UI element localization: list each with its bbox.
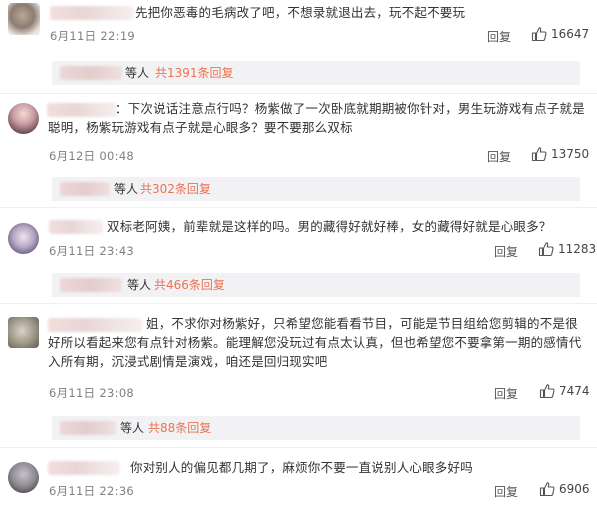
reply-button[interactable]: 回复 <box>494 243 518 260</box>
comment-text: ：下次说话注意点行吗？杨紫做了一次卧底就期期被你针对，男生玩游戏有点子就是聪明，… <box>48 101 585 135</box>
thumbs-up-icon <box>539 482 555 497</box>
more-replies-count[interactable]: 共88条回复 <box>148 416 211 440</box>
more-replies-count[interactable]: 共1391条回复 <box>155 61 234 85</box>
thumbs-up-icon <box>539 384 555 399</box>
avatar[interactable] <box>8 462 39 493</box>
reply-button[interactable]: 回复 <box>487 28 511 45</box>
avatar[interactable] <box>8 223 39 254</box>
more-replies-prefix: 等人 <box>125 66 150 80</box>
comment-date: 6月11日 22:19 <box>50 29 136 43</box>
reply-button[interactable]: 回复 <box>487 148 511 165</box>
like-button[interactable]: 11283 <box>538 241 596 257</box>
divider <box>0 207 597 208</box>
more-replies-bar[interactable]: 等人 共302条回复 <box>52 177 580 201</box>
username[interactable] <box>48 461 120 475</box>
like-count: 6906 <box>559 482 590 496</box>
like-button[interactable]: 6906 <box>539 481 590 497</box>
like-count: 11283 <box>558 242 597 256</box>
username[interactable] <box>50 6 134 20</box>
like-count: 16647 <box>551 27 590 41</box>
thumbs-up-icon <box>531 27 547 42</box>
like-count: 7474 <box>559 384 590 398</box>
more-replies-bar[interactable]: 等人 共466条回复 <box>52 273 580 297</box>
comment-date: 6月11日 23:43 <box>49 244 135 258</box>
divider <box>0 93 597 94</box>
comment-date: 6月12日 00:48 <box>49 149 135 163</box>
comment-date: 6月11日 22:36 <box>49 484 135 498</box>
comment-date: 6月11日 23:08 <box>49 386 135 400</box>
divider <box>0 303 597 304</box>
avatar[interactable] <box>8 3 40 35</box>
thumbs-up-icon <box>538 242 554 257</box>
comment-text: 姐，不求你对杨紫好，只希望您能看看节目，可能是节目组给您剪辑的不是很好所以看起来… <box>48 316 582 369</box>
more-replies-bar[interactable]: 等人 共1391条回复 <box>52 61 580 85</box>
more-replies-count[interactable]: 共302条回复 <box>140 177 211 201</box>
username[interactable] <box>49 220 103 234</box>
avatar[interactable] <box>8 317 39 348</box>
comment-text: 你对别人的偏见都几期了，麻烦你不要一直说别人心眼多好吗 <box>130 460 473 475</box>
comment-text: 先把你恶毒的毛病改了吧，不想录就退出去，玩不起不要玩 <box>135 5 466 20</box>
more-replies-prefix: 等人 <box>127 278 152 292</box>
divider <box>0 447 597 448</box>
replier-names <box>60 66 122 80</box>
replier-names <box>60 421 116 435</box>
more-replies-bar[interactable]: 等人 共88条回复 <box>52 416 580 440</box>
like-button[interactable]: 16647 <box>531 26 589 42</box>
avatar[interactable] <box>8 103 39 134</box>
replier-names <box>60 182 110 196</box>
thumbs-up-icon <box>531 147 547 162</box>
reply-button[interactable]: 回复 <box>494 483 518 500</box>
like-button[interactable]: 7474 <box>539 383 590 399</box>
replier-names <box>60 278 122 292</box>
more-replies-count[interactable]: 共466条回复 <box>154 273 225 297</box>
more-replies-prefix: 等人 <box>120 421 145 435</box>
comment-text: 双标老阿姨，前辈就是这样的吗。男的藏得好就好棒，女的藏得好就是心眼多？ <box>107 219 552 234</box>
more-replies-prefix: 等人 <box>114 182 139 196</box>
like-count: 13750 <box>551 147 590 161</box>
reply-button[interactable]: 回复 <box>494 385 518 402</box>
like-button[interactable]: 13750 <box>531 146 589 162</box>
